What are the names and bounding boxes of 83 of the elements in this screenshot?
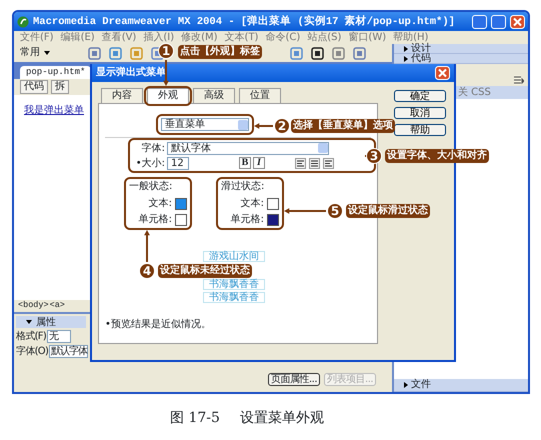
- select-field[interactable]: 无: [47, 330, 72, 343]
- arrow: [254, 123, 273, 129]
- menu-item[interactable]: 编辑(E): [60, 32, 95, 44]
- dialog-button[interactable]: 取消: [394, 107, 446, 119]
- field-label: 文本:: [148, 198, 172, 209]
- color-swatch[interactable]: [267, 198, 279, 210]
- arrow: [163, 60, 169, 86]
- panel-header[interactable]: 文件: [394, 379, 528, 392]
- panel-header[interactable]: 属性: [16, 316, 86, 328]
- align-icon[interactable]: [309, 158, 320, 168]
- select-field[interactable]: 默认字体: [167, 142, 329, 154]
- document-tab[interactable]: pop-up.htm*: [20, 66, 92, 79]
- menu-item[interactable]: 命令(C): [265, 32, 300, 44]
- select-field[interactable]: 垂直菜单: [161, 118, 249, 131]
- tab[interactable]: 外观: [147, 88, 189, 104]
- field-label: •大小:: [134, 158, 165, 168]
- callout-label: 设置字体、大小和对齐: [385, 149, 489, 163]
- view-button[interactable]: 拆: [51, 80, 69, 94]
- preview-item: 书海飘香香: [203, 292, 265, 303]
- callout-label: 选择【垂直菜单】选项: [291, 119, 395, 133]
- dialog-title: 显示弹出式菜单: [96, 67, 166, 79]
- expand-icon[interactable]: [404, 382, 408, 388]
- preview-item: 游戏山水间: [203, 251, 265, 262]
- highlight-outline: [124, 177, 192, 230]
- maximize-button[interactable]: [491, 14, 506, 28]
- style-button[interactable]: I: [253, 157, 265, 169]
- arrow: [144, 230, 150, 262]
- color-swatch[interactable]: [267, 214, 279, 226]
- highlight-outline: [216, 177, 284, 230]
- menu-item[interactable]: 文本(T): [224, 32, 258, 44]
- tag-selector[interactable]: <a>: [50, 300, 65, 312]
- style-button[interactable]: B: [239, 157, 251, 169]
- link-text[interactable]: 我是弹出菜单: [24, 105, 84, 116]
- group-label: 一般状态:: [129, 181, 174, 193]
- field-label: 字体:: [140, 142, 165, 154]
- options-icon[interactable]: [514, 76, 524, 84]
- close-button[interactable]: [510, 14, 525, 28]
- dropdown-icon: [238, 120, 248, 130]
- app-icon: [17, 16, 29, 28]
- tab[interactable]: 位置: [239, 88, 281, 103]
- caret-icon: [44, 51, 50, 55]
- figure-number: 图 17-5: [170, 410, 220, 427]
- dropdown-icon: [318, 143, 328, 153]
- field-label: 文本:: [240, 198, 264, 209]
- callout-label: 设定鼠标滑过状态: [346, 204, 430, 218]
- minimize-button[interactable]: [472, 14, 487, 28]
- tab[interactable]: 内容: [101, 88, 143, 103]
- menu-item[interactable]: 窗口(W): [348, 32, 386, 44]
- panel-button[interactable]: 页面属性...: [268, 373, 320, 386]
- color-swatch[interactable]: [175, 198, 187, 210]
- menu-item[interactable]: 站点(S): [307, 32, 342, 44]
- toolbar-icon[interactable]: [311, 46, 324, 60]
- callout-label: 点击【外观】标签: [178, 45, 262, 59]
- input-field[interactable]: 12: [167, 156, 189, 170]
- menu-item[interactable]: 文件(F): [20, 32, 54, 44]
- category-dropdown[interactable]: 常用: [20, 47, 50, 59]
- field-label: 格式(F): [16, 331, 46, 342]
- field-label: 单元格:: [230, 214, 264, 225]
- figure-caption: 设置菜单外观: [240, 410, 324, 427]
- panel-header[interactable]: 代码: [394, 54, 528, 64]
- dialog-button[interactable]: 帮助: [394, 124, 446, 136]
- arrow: [284, 208, 326, 214]
- color-swatch[interactable]: [175, 214, 187, 226]
- tab[interactable]: 高级: [193, 88, 235, 103]
- menu-item[interactable]: 帮助(H): [393, 32, 428, 44]
- note-text: •预览结果是近似情况。: [105, 319, 212, 330]
- dialog-button[interactable]: 确定: [394, 90, 446, 102]
- menu-item[interactable]: 查看(V): [102, 32, 136, 44]
- highlight-outline: [144, 86, 192, 106]
- view-button[interactable]: 代码: [20, 80, 48, 94]
- close-button[interactable]: [435, 66, 450, 80]
- menu-item[interactable]: 插入(I): [143, 32, 174, 44]
- callout-label: 设定鼠标未经过状态: [158, 264, 252, 278]
- align-icon[interactable]: [295, 158, 306, 168]
- window-title: Macromedia Dreamweaver MX 2004 - [弹出菜单 (实例17 素材/pop-up.htm*)]: [33, 16, 455, 28]
- collapse-icon[interactable]: [26, 320, 32, 324]
- align-icon[interactable]: [323, 158, 334, 168]
- field-label: 单元格:: [138, 214, 172, 225]
- field-label: 字体(O): [16, 346, 48, 357]
- menu-item[interactable]: 修改(M): [181, 32, 218, 44]
- group-label: 滑过状态:: [221, 181, 266, 193]
- tag-selector[interactable]: <body>: [18, 300, 49, 312]
- preview-item: 书海飘香香: [203, 279, 265, 290]
